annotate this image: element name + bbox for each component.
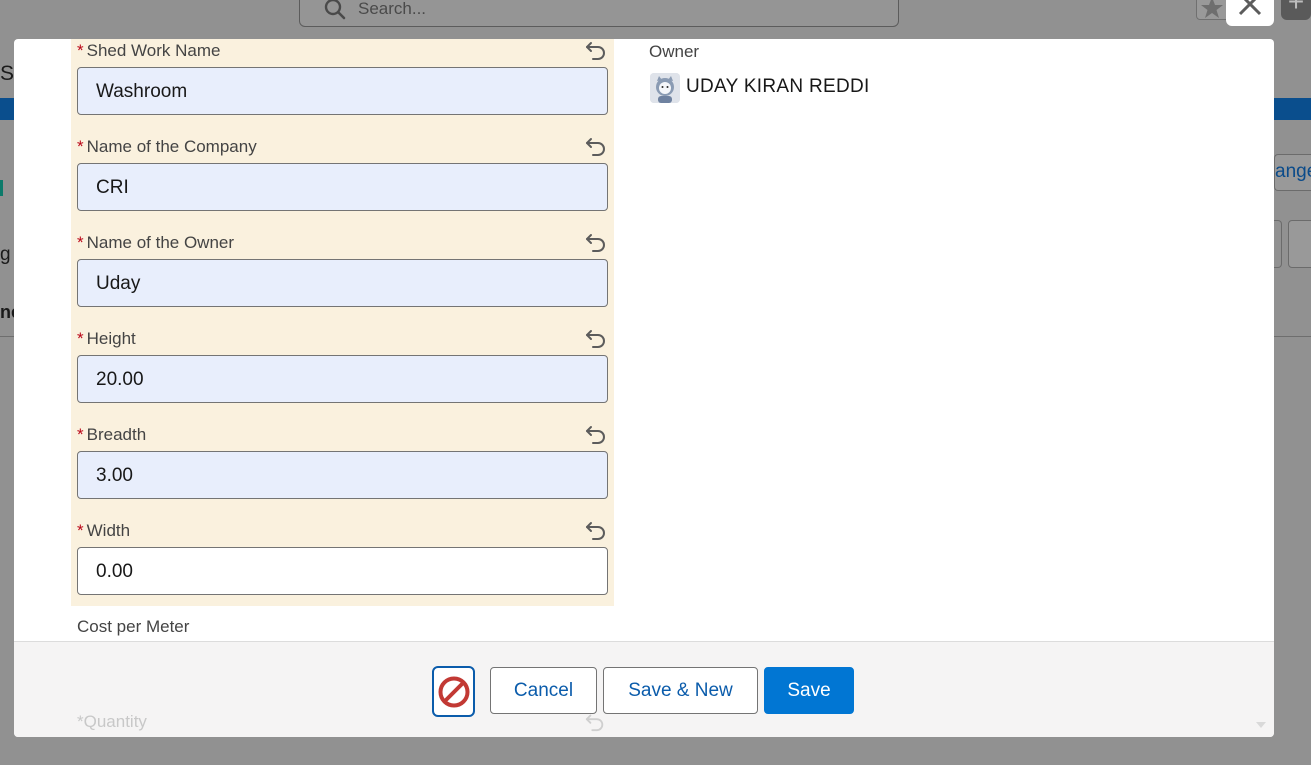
owner-label: Owner — [649, 42, 700, 61]
company-name-input[interactable]: CRI — [77, 163, 608, 211]
owner-name-link[interactable]: UDAY KIRAN REDDI — [686, 76, 870, 98]
breadth-input[interactable]: 3.00 — [77, 451, 608, 499]
height-input[interactable]: 20.00 — [77, 355, 608, 403]
field-label-text: Name of the Owner — [86, 233, 235, 252]
edited-fields-section — [71, 39, 614, 606]
undo-icon[interactable] — [584, 421, 608, 445]
modal-footer: *Quantity Cancel Save & New Save — [14, 641, 1274, 737]
field-label: * Width — [77, 521, 130, 541]
bg-highlight-strip — [0, 98, 14, 120]
quantity-label: *Quantity — [77, 712, 147, 732]
required-asterisk: * — [77, 41, 84, 60]
save-button[interactable]: Save — [764, 667, 854, 714]
required-asterisk: * — [77, 521, 84, 540]
save-and-new-button[interactable]: Save & New — [603, 667, 758, 714]
scroll-down-arrow[interactable] — [1256, 722, 1266, 728]
undo-icon[interactable] — [584, 325, 608, 349]
error-icon — [438, 676, 469, 707]
plus-icon: + — [1281, 0, 1311, 20]
bg-change-button: ange — [1274, 154, 1311, 191]
field-label-text: Breadth — [86, 425, 147, 444]
search-icon — [324, 0, 346, 20]
field-label: * Shed Work Name — [77, 41, 220, 61]
undo-icon[interactable] — [584, 229, 608, 253]
bg-divider — [1274, 336, 1311, 337]
avatar-icon — [650, 73, 680, 103]
field-label-text: Height — [86, 329, 136, 348]
bg-app-name-fragment: S — [0, 62, 15, 85]
field-label: * Breadth — [77, 425, 146, 445]
bg-change-button-label: ange — [1275, 161, 1311, 182]
bg-text-fragment: g — [0, 244, 11, 265]
required-asterisk: * — [77, 137, 84, 156]
error-indicator-button[interactable] — [432, 666, 475, 717]
shed-work-name-input[interactable]: Washroom — [77, 67, 608, 115]
edit-record-modal: * Shed Work Name Washroom * Name of the Co… — [14, 39, 1274, 737]
owner-name-input[interactable]: Uday — [77, 259, 608, 307]
modal-close-button[interactable] — [1226, 0, 1274, 26]
favorites-button — [1196, 0, 1230, 20]
field-label-text: Width — [86, 521, 131, 540]
close-icon — [1238, 0, 1262, 16]
field-label-text: Cost per Meter — [77, 617, 190, 636]
field-label-text: Name of the Company — [86, 137, 257, 156]
bg-highlight-strip — [1274, 98, 1311, 120]
required-asterisk: * — [77, 233, 84, 252]
star-icon — [1201, 0, 1223, 18]
modal-body: * Shed Work Name Washroom * Name of the Co… — [14, 39, 1250, 641]
undo-icon[interactable] — [584, 517, 608, 541]
global-search-placeholder: Search... — [358, 0, 427, 18]
undo-icon[interactable] — [584, 39, 608, 61]
field-label: * Name of the Owner — [77, 233, 234, 253]
field-label: * Height — [77, 329, 136, 349]
field-label: * Name of the Company — [77, 137, 257, 157]
global-search-input: Search... — [299, 0, 899, 27]
field-label-text: Shed Work Name — [86, 41, 221, 60]
bg-marker — [0, 180, 3, 196]
required-asterisk: * — [77, 329, 84, 348]
undo-icon[interactable] — [584, 133, 608, 157]
required-asterisk: * — [77, 712, 84, 731]
bg-list-view-button — [1288, 220, 1311, 268]
width-input[interactable]: 0.00 — [77, 547, 608, 595]
field-label-text: Quantity — [83, 712, 147, 731]
cancel-button[interactable]: Cancel — [490, 667, 597, 714]
required-asterisk: * — [77, 425, 84, 444]
bg-divider — [0, 336, 14, 337]
